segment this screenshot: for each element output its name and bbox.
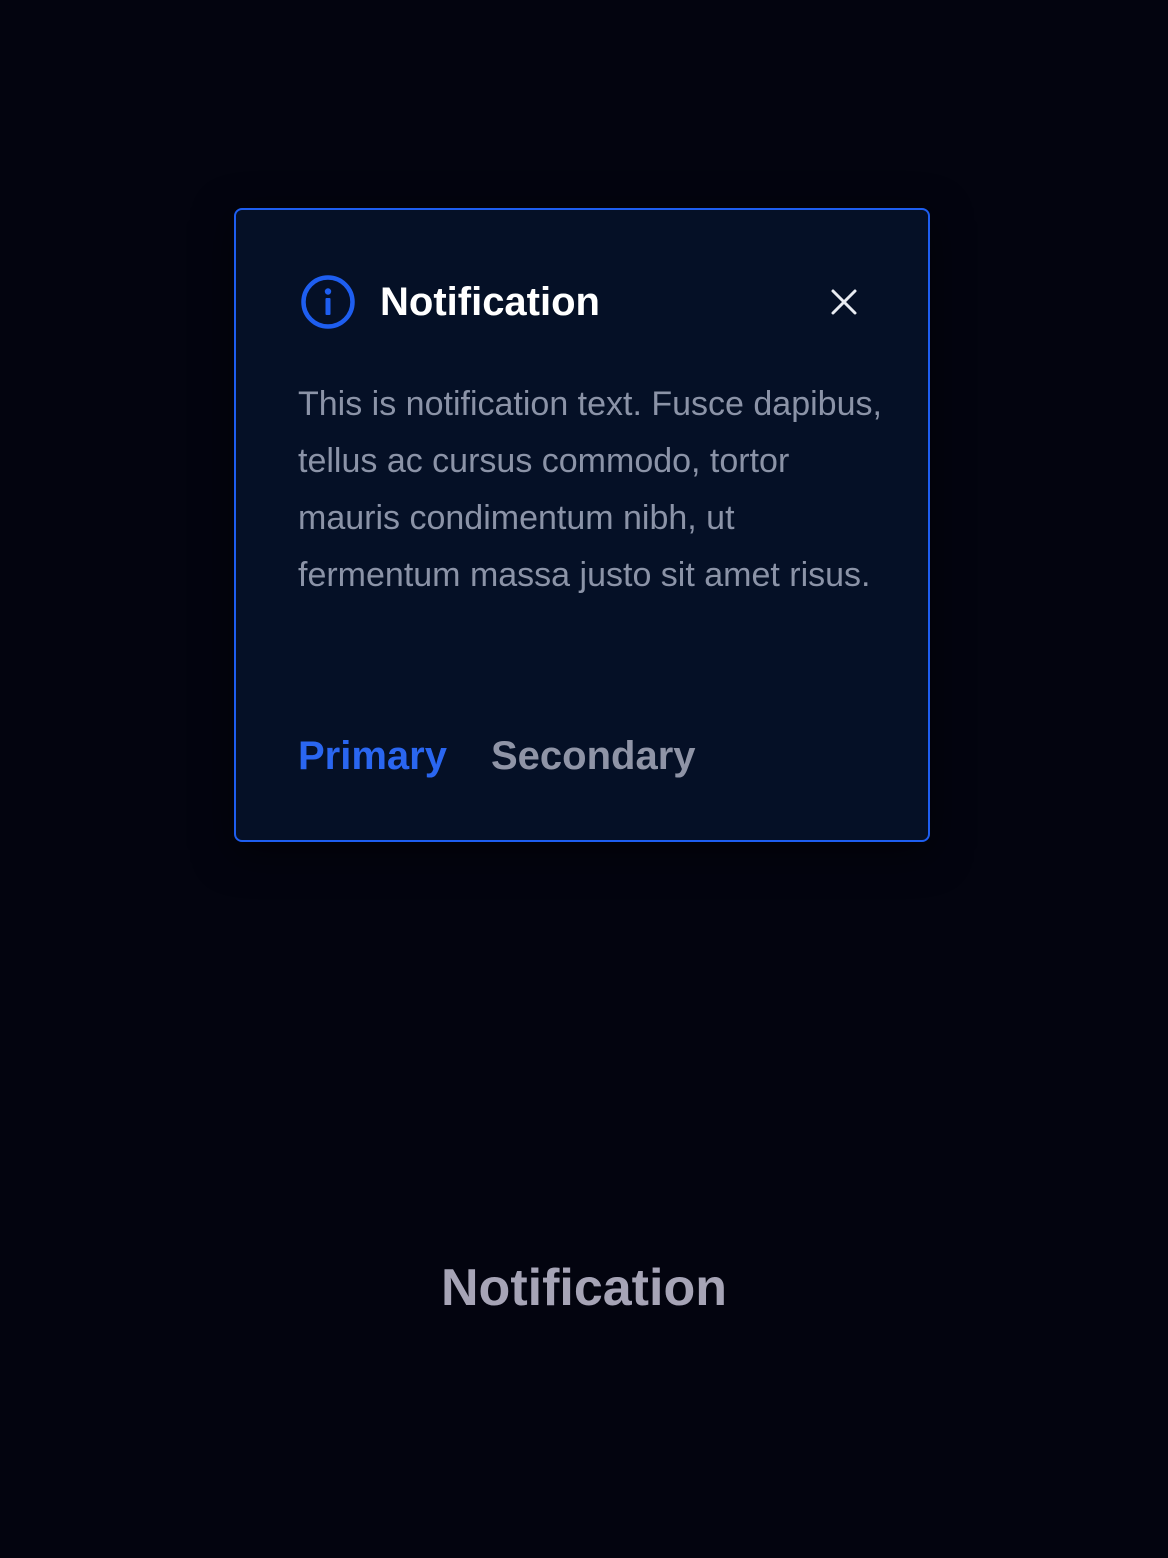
close-icon bbox=[831, 289, 857, 315]
close-button[interactable] bbox=[828, 286, 860, 318]
secondary-button[interactable]: Secondary bbox=[491, 728, 696, 784]
notification-header: Notification bbox=[300, 274, 600, 330]
info-icon bbox=[300, 274, 356, 330]
notification-title: Notification bbox=[380, 280, 600, 324]
notification-body: This is notification text. Fusce dapibus… bbox=[298, 385, 882, 594]
component-caption: Notification bbox=[441, 1259, 727, 1317]
notification-card: Notification This is notification text. … bbox=[234, 208, 930, 842]
primary-button[interactable]: Primary bbox=[298, 728, 447, 784]
notification-actions: Primary Secondary bbox=[298, 728, 696, 784]
